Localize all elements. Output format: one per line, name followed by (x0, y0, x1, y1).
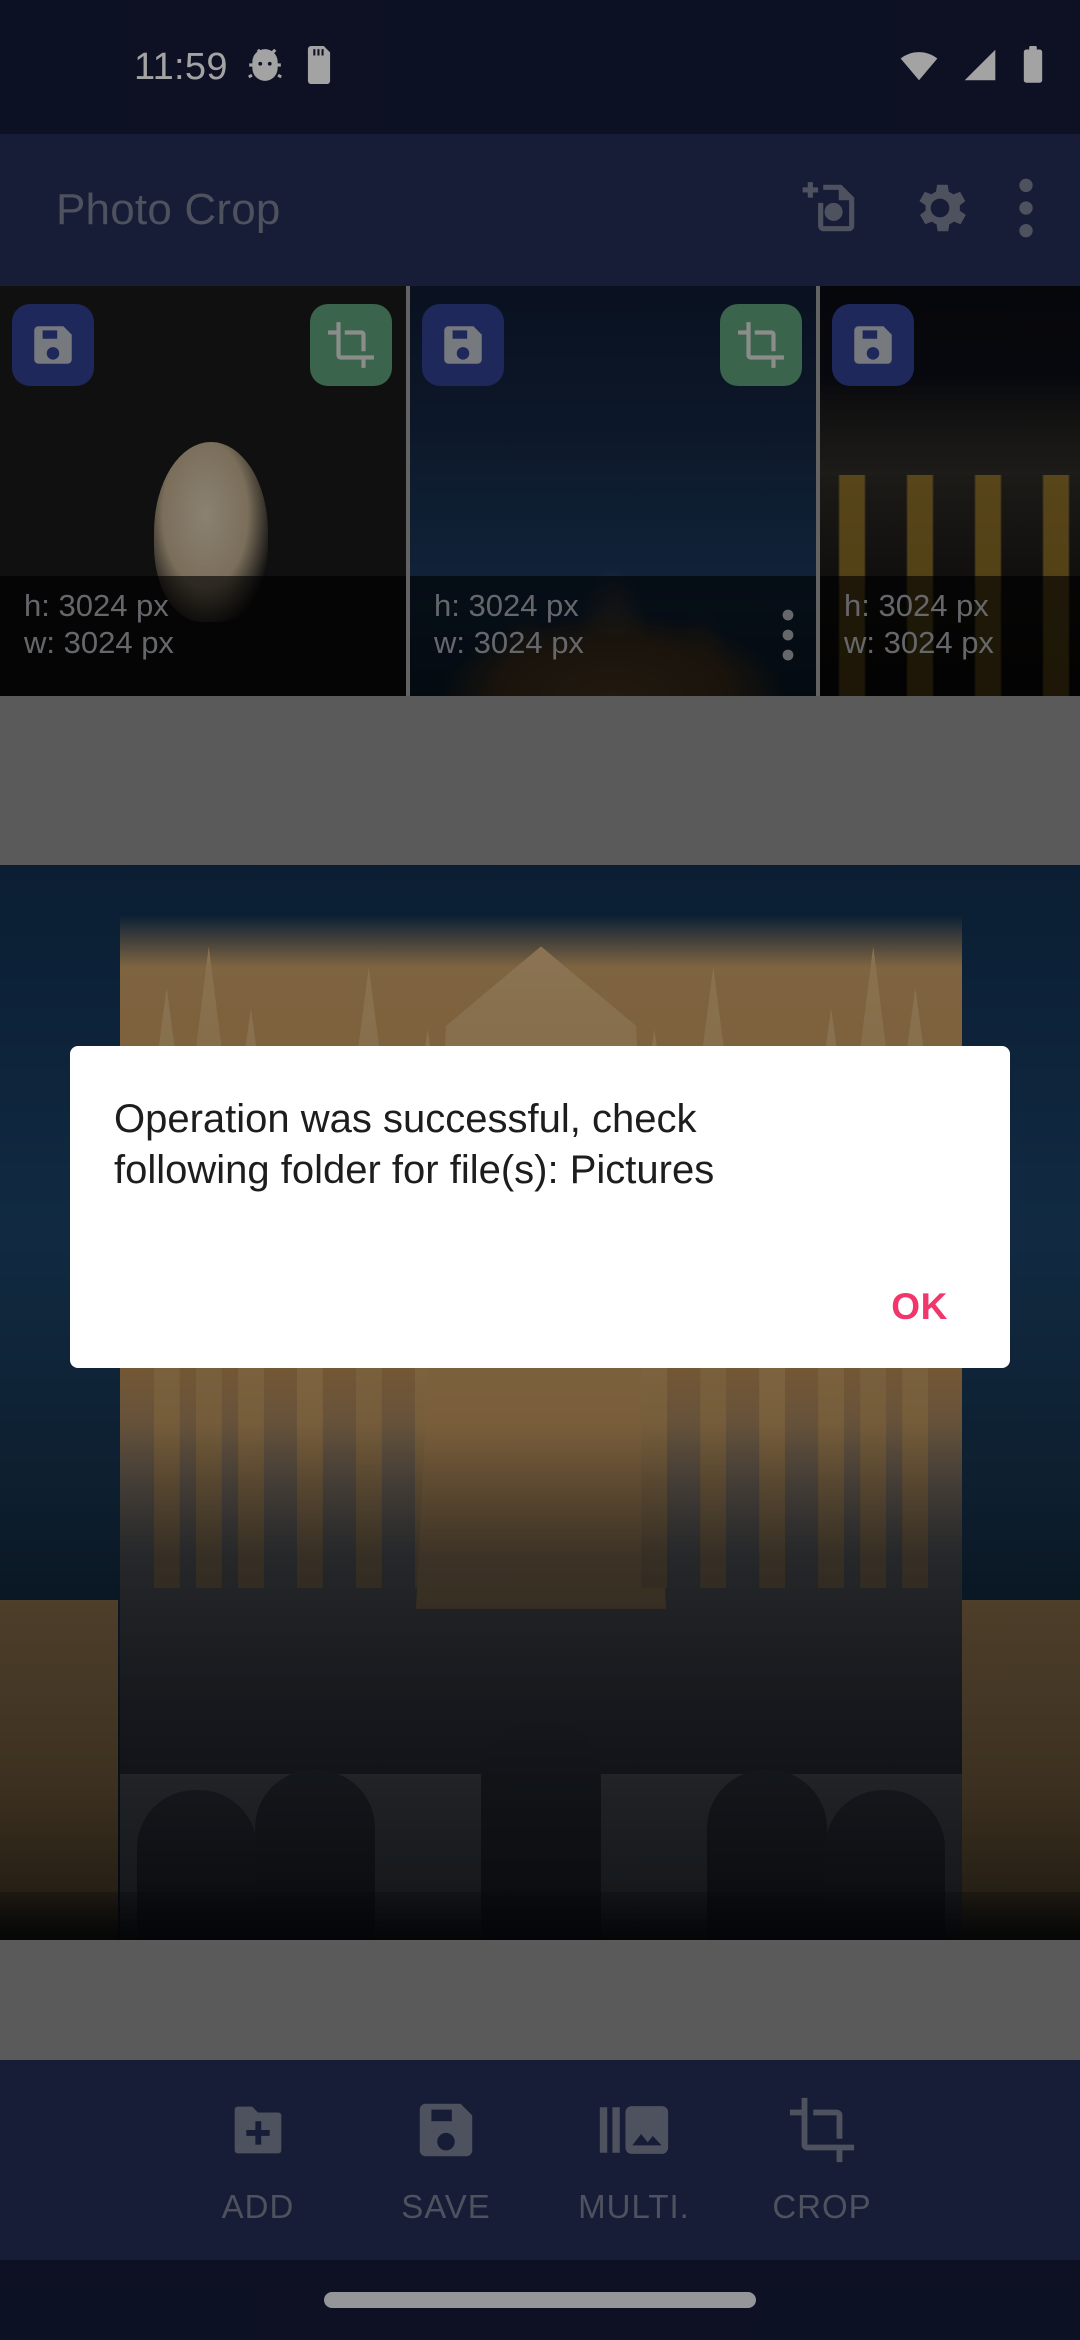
dialog-ok-button[interactable]: OK (873, 1272, 966, 1342)
dialog-message-text: Operation was successful, check followin… (114, 1097, 715, 1193)
dialog-actions: OK (70, 1272, 1010, 1368)
success-dialog: Operation was successful, check followin… (70, 1046, 1010, 1368)
